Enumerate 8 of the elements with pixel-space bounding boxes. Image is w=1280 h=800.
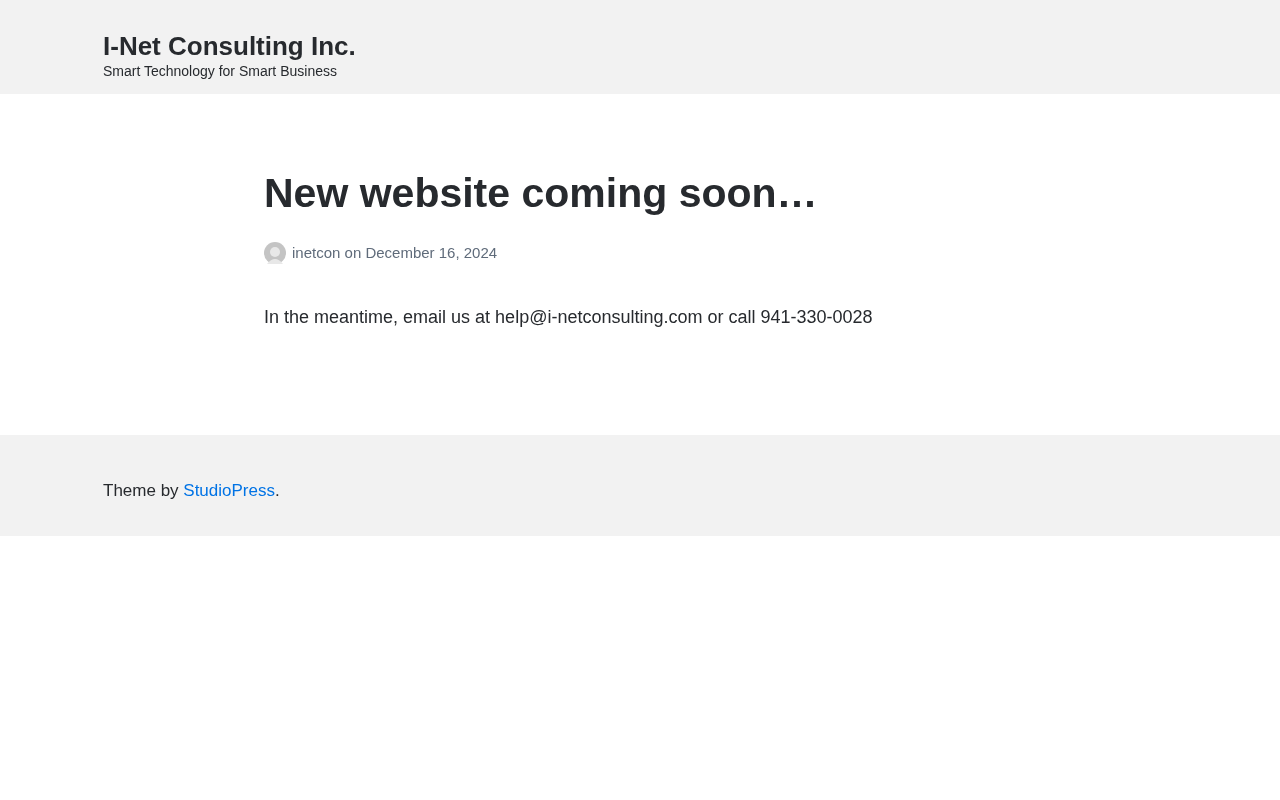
footer-credit: Theme by StudioPress. xyxy=(103,480,280,502)
post-title: New website coming soon… xyxy=(264,169,818,218)
post-byline: inetcon on December 16, 2024 xyxy=(292,243,498,263)
post-body: In the meantime, email us at help@i-netconsulting.com or call 941-330-0028 xyxy=(264,306,873,329)
studiopress-link[interactable]: StudioPress xyxy=(183,481,275,500)
site-tagline: Smart Technology for Smart Business xyxy=(103,62,337,80)
avatar-icon xyxy=(264,242,286,264)
site-title[interactable]: I-Net Consulting Inc. xyxy=(103,30,356,62)
